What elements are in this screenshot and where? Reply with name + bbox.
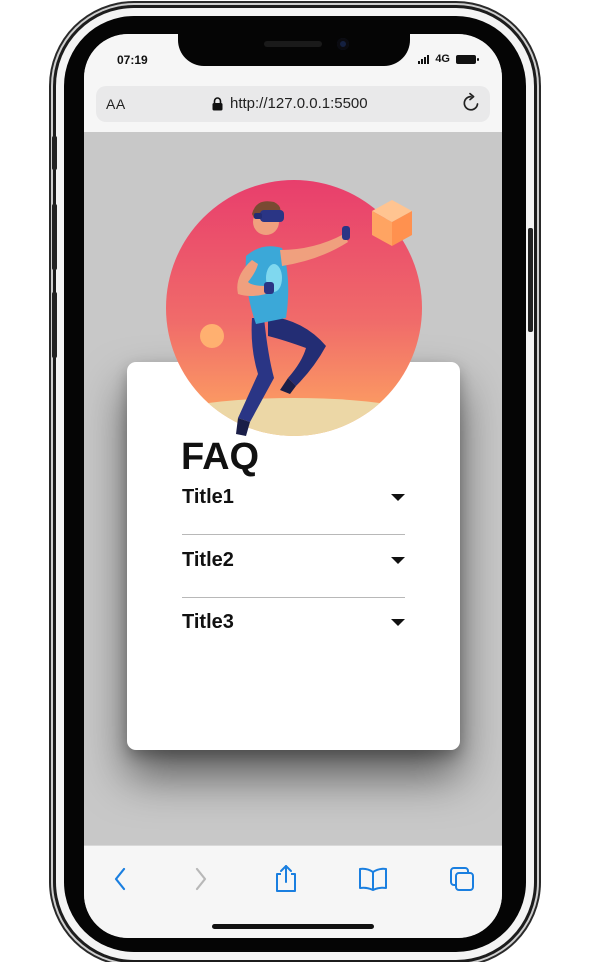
faq-item-title[interactable]: Title3: [182, 611, 234, 634]
phone-notch: [178, 22, 410, 66]
text-size-button[interactable]: AA: [106, 96, 126, 112]
volume-up-button: [52, 204, 57, 270]
page-content: FAQ Title1 Title2 Title3: [84, 132, 502, 845]
reload-icon[interactable]: [460, 92, 482, 114]
status-time: 07:19: [117, 53, 148, 67]
status-indicators: 4G: [418, 53, 479, 65]
phone-screen: 07:19 4G AA http://127.0.0.1:5500 FAQ Ti…: [84, 34, 502, 938]
forward-icon: [195, 867, 207, 891]
signal-icon: [418, 54, 430, 64]
chevron-down-icon[interactable]: [391, 557, 405, 564]
browser-address-area: AA http://127.0.0.1:5500: [84, 82, 502, 132]
faq-item[interactable]: Title1: [182, 472, 405, 535]
faq-item-title[interactable]: Title2: [182, 549, 234, 572]
lock-icon: [212, 97, 223, 111]
home-indicator[interactable]: [212, 924, 374, 929]
faq-item-title[interactable]: Title1: [182, 486, 234, 509]
bookmarks-icon: [359, 867, 387, 891]
url-text[interactable]: http://127.0.0.1:5500: [230, 95, 368, 112]
bookmarks-button[interactable]: [358, 864, 388, 894]
back-button[interactable]: [105, 864, 135, 894]
vr-person-illustration: [166, 180, 422, 436]
tabs-icon: [450, 867, 474, 891]
speaker-grille: [264, 41, 322, 47]
faq-item[interactable]: Title3: [182, 597, 405, 659]
battery-icon: [456, 54, 479, 64]
share-button[interactable]: [271, 864, 301, 894]
tabs-button[interactable]: [447, 864, 477, 894]
volume-down-button: [52, 292, 57, 358]
power-button: [528, 228, 533, 332]
front-camera-icon: [337, 38, 349, 50]
share-icon: [276, 865, 296, 892]
address-bar[interactable]: AA http://127.0.0.1:5500: [96, 86, 490, 122]
chevron-down-icon[interactable]: [391, 494, 405, 501]
faq-item[interactable]: Title2: [182, 535, 405, 598]
silent-switch: [52, 136, 57, 170]
forward-button[interactable]: [186, 864, 216, 894]
chevron-down-icon[interactable]: [391, 619, 405, 626]
back-icon: [114, 867, 126, 891]
browser-toolbar: [84, 845, 502, 938]
network-type: 4G: [435, 53, 450, 65]
